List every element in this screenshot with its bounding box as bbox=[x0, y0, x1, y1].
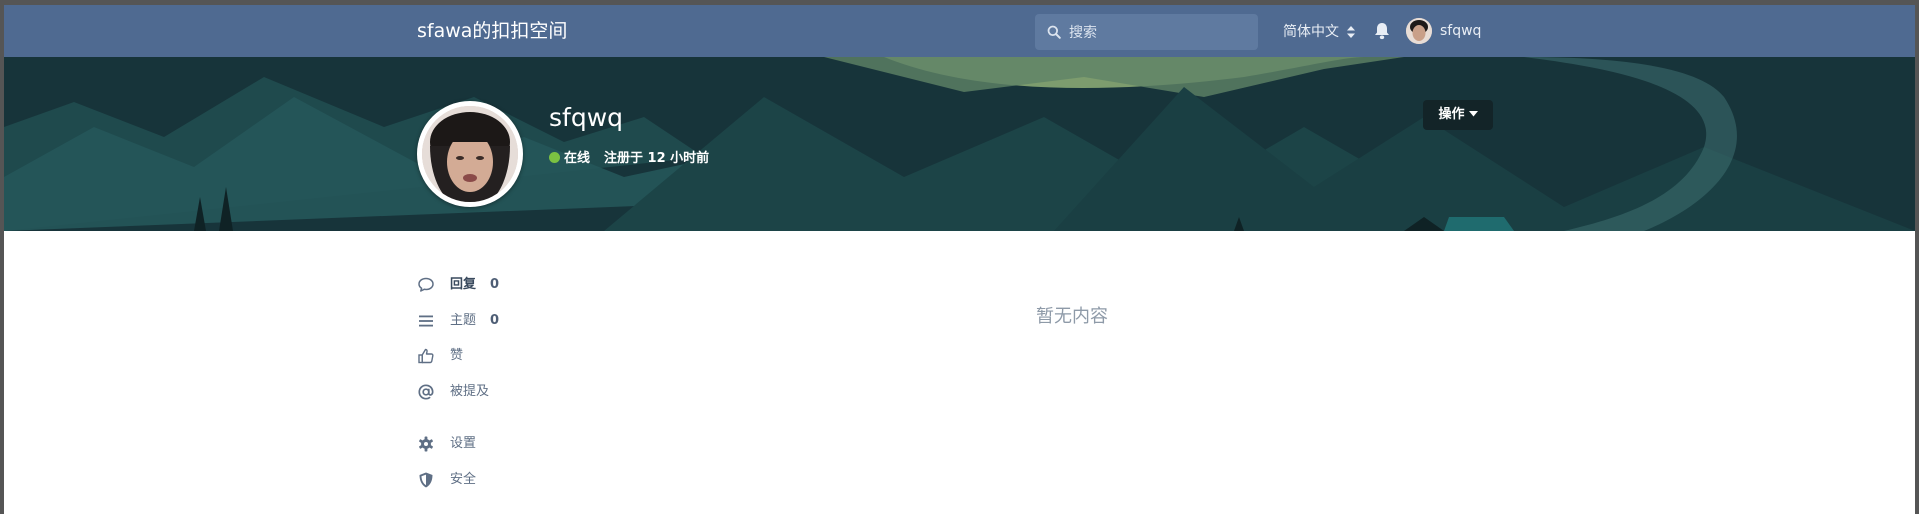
profile-photo bbox=[422, 106, 518, 202]
language-label: 简体中文 bbox=[1283, 24, 1339, 40]
header-username: sfqwq bbox=[1440, 23, 1482, 39]
actions-label: 操作 bbox=[1438, 107, 1465, 122]
sidebar-item-label: 回复 bbox=[450, 277, 477, 292]
thumbs-up-icon bbox=[418, 348, 434, 364]
search-box[interactable] bbox=[1035, 14, 1258, 52]
profile-name: sfqwq bbox=[549, 103, 624, 132]
caret-down-icon bbox=[1468, 111, 1478, 117]
mountain-background bbox=[4, 57, 1915, 231]
joined-time: 注册于 12 小时前 bbox=[604, 151, 710, 166]
sidebar-item-mentions[interactable]: 被提及 bbox=[417, 382, 577, 402]
shield-icon bbox=[419, 472, 433, 488]
sidebar-item-count: 0 bbox=[490, 277, 500, 292]
sidebar-item-count: 0 bbox=[490, 313, 500, 328]
app-window: sfawa的扣扣空间 简体中文 bbox=[4, 5, 1915, 514]
sidebar-item-likes[interactable]: 赞 bbox=[417, 346, 577, 366]
top-header: sfawa的扣扣空间 简体中文 bbox=[4, 5, 1915, 57]
sidebar-item-label: 主题 bbox=[450, 313, 477, 328]
profile-avatar[interactable] bbox=[417, 101, 523, 207]
bell-icon bbox=[1375, 23, 1389, 40]
gear-icon bbox=[419, 436, 433, 452]
comment-icon bbox=[418, 277, 434, 292]
profile-hero: sfqwq 在线 注册于 12 小时前 操作 bbox=[4, 57, 1915, 231]
sidebar-item-label: 赞 bbox=[450, 348, 464, 363]
sidebar-item-settings[interactable]: 设置 bbox=[417, 434, 577, 454]
language-selector[interactable]: 简体中文 bbox=[1283, 23, 1356, 41]
notifications-button[interactable] bbox=[1374, 22, 1390, 44]
sidebar-item-security[interactable]: 安全 bbox=[417, 470, 577, 490]
online-status-icon bbox=[549, 152, 560, 163]
online-status: 在线 bbox=[564, 151, 591, 166]
actions-dropdown-button[interactable]: 操作 bbox=[1423, 100, 1493, 130]
empty-state-text: 暂无内容 bbox=[1036, 306, 1108, 327]
sidebar-item-topics[interactable]: 主题 0 bbox=[417, 311, 577, 331]
search-input[interactable] bbox=[1067, 14, 1251, 52]
site-title[interactable]: sfawa的扣扣空间 bbox=[417, 19, 567, 43]
sidebar-item-label: 设置 bbox=[450, 436, 477, 451]
at-icon bbox=[418, 384, 434, 400]
search-icon bbox=[1047, 25, 1061, 39]
sidebar-item-label: 安全 bbox=[450, 472, 477, 487]
list-icon bbox=[419, 315, 433, 327]
profile-status-line: 在线 注册于 12 小时前 bbox=[549, 151, 709, 167]
sidebar-item-label: 被提及 bbox=[450, 384, 490, 399]
avatar bbox=[1406, 18, 1432, 44]
sidebar-item-replies[interactable]: 回复 0 bbox=[417, 275, 577, 295]
sort-icon bbox=[1347, 26, 1356, 38]
